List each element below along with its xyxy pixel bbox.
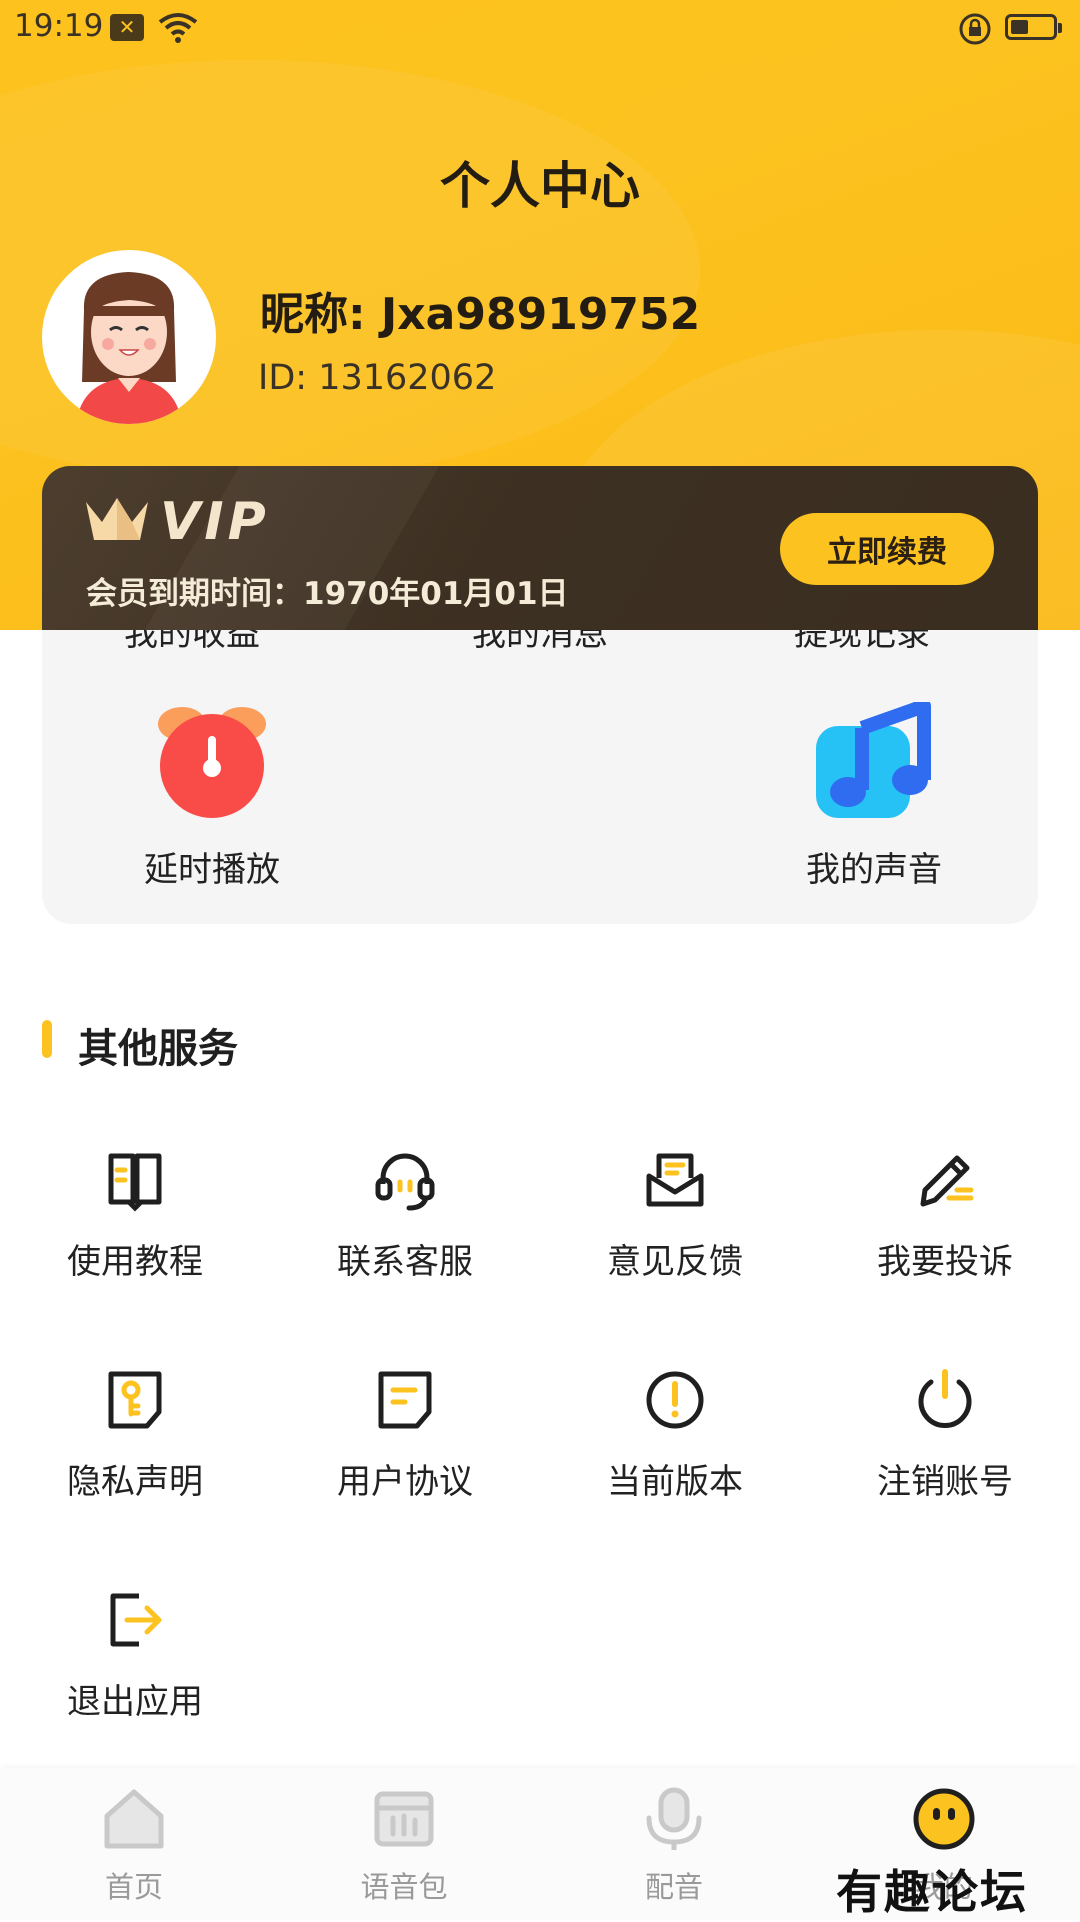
rotation-lock-icon xyxy=(959,13,991,45)
voice-pack-icon xyxy=(374,1791,434,1847)
feature-delayed-play[interactable]: 延时播放 xyxy=(62,702,362,891)
home-icon xyxy=(104,1789,164,1849)
document-icon xyxy=(378,1371,432,1429)
feature-label: 延时播放 xyxy=(144,850,280,890)
service-feedback[interactable]: 意见反馈 xyxy=(565,1148,785,1283)
nickname: 昵称: Jxa98919752 xyxy=(260,289,701,340)
feature-label: 我的消息 xyxy=(472,630,608,654)
user-id: ID: 13162062 xyxy=(258,358,497,398)
feature-my-voice[interactable]: 我的声音 xyxy=(724,702,1024,891)
alarm-clock-icon xyxy=(158,707,266,818)
feature-label: 我的收益 xyxy=(124,630,260,654)
service-delete-account[interactable]: 注销账号 xyxy=(835,1368,1055,1503)
wifi-icon xyxy=(158,13,198,43)
nav-home[interactable]: 首页 xyxy=(34,1786,234,1906)
service-label: 用户协议 xyxy=(337,1462,473,1502)
feature-my-messages[interactable]: 我的消息 xyxy=(390,630,690,655)
crown-icon xyxy=(86,498,148,540)
service-label: 注销账号 xyxy=(877,1462,1013,1502)
nav-label: 语音包 xyxy=(360,1870,448,1904)
notification-icon: ✕ xyxy=(110,14,144,41)
power-icon xyxy=(918,1369,972,1428)
service-version[interactable]: 当前版本 xyxy=(565,1368,785,1503)
service-complaint[interactable]: 我要投诉 xyxy=(835,1148,1055,1283)
vip-badge: VIP xyxy=(160,492,270,552)
service-label: 联系客服 xyxy=(337,1242,473,1282)
service-contact-support[interactable]: 联系客服 xyxy=(295,1148,515,1283)
service-user-agreement[interactable]: 用户协议 xyxy=(295,1368,515,1503)
feature-card: 我的收益 我的消息 提现记录 延时播放 我的声音 xyxy=(42,630,1038,924)
nav-label: 首页 xyxy=(104,1870,163,1904)
key-icon xyxy=(108,1371,162,1429)
feature-label: 我的声音 xyxy=(806,850,942,890)
feature-label: 提现记录 xyxy=(794,630,930,654)
section-accent-bar xyxy=(42,1020,52,1058)
nav-label: 配音 xyxy=(644,1870,703,1904)
vip-expiry: 会员到期时间：1970年01月01日 xyxy=(86,576,569,612)
avatar[interactable] xyxy=(42,250,216,424)
nav-voice-pack[interactable]: 语音包 xyxy=(304,1786,504,1906)
microphone-icon xyxy=(646,1787,702,1850)
exit-icon xyxy=(110,1593,162,1647)
pencil-icon xyxy=(920,1155,974,1207)
service-label: 使用教程 xyxy=(67,1242,203,1282)
nav-dubbing[interactable]: 配音 xyxy=(574,1786,774,1906)
battery-icon xyxy=(1005,14,1062,40)
service-privacy[interactable]: 隐私声明 xyxy=(25,1368,245,1503)
feature-my-earnings[interactable]: 我的收益 xyxy=(42,630,342,655)
page-title: 个人中心 xyxy=(440,157,640,215)
service-label: 意见反馈 xyxy=(607,1242,743,1282)
service-tutorial[interactable]: 使用教程 xyxy=(25,1148,245,1283)
book-icon xyxy=(108,1153,162,1212)
section-title: 其他服务 xyxy=(78,1026,238,1072)
watermark: 有趣论坛 xyxy=(836,1865,1028,1919)
avatar-girl-icon xyxy=(76,272,182,424)
service-exit-app[interactable]: 退出应用 xyxy=(25,1588,245,1723)
service-label: 当前版本 xyxy=(607,1462,743,1502)
feature-withdraw-records[interactable]: 提现记录 xyxy=(712,630,1012,655)
mail-icon xyxy=(646,1153,704,1207)
renew-button[interactable]: 立即续费 xyxy=(780,513,994,585)
service-label: 隐私声明 xyxy=(67,1462,203,1502)
status-bar: 19:19 ✕ xyxy=(0,0,1080,56)
status-time: 19:19 xyxy=(14,8,104,44)
info-icon xyxy=(646,1371,704,1429)
profile-face-icon xyxy=(913,1788,975,1850)
service-label: 退出应用 xyxy=(67,1682,203,1722)
headset-icon xyxy=(375,1153,435,1211)
music-note-icon xyxy=(816,702,931,818)
service-label: 我要投诉 xyxy=(877,1242,1013,1282)
vip-card[interactable]: VIP 会员到期时间：1970年01月01日 立即续费 xyxy=(42,466,1038,630)
